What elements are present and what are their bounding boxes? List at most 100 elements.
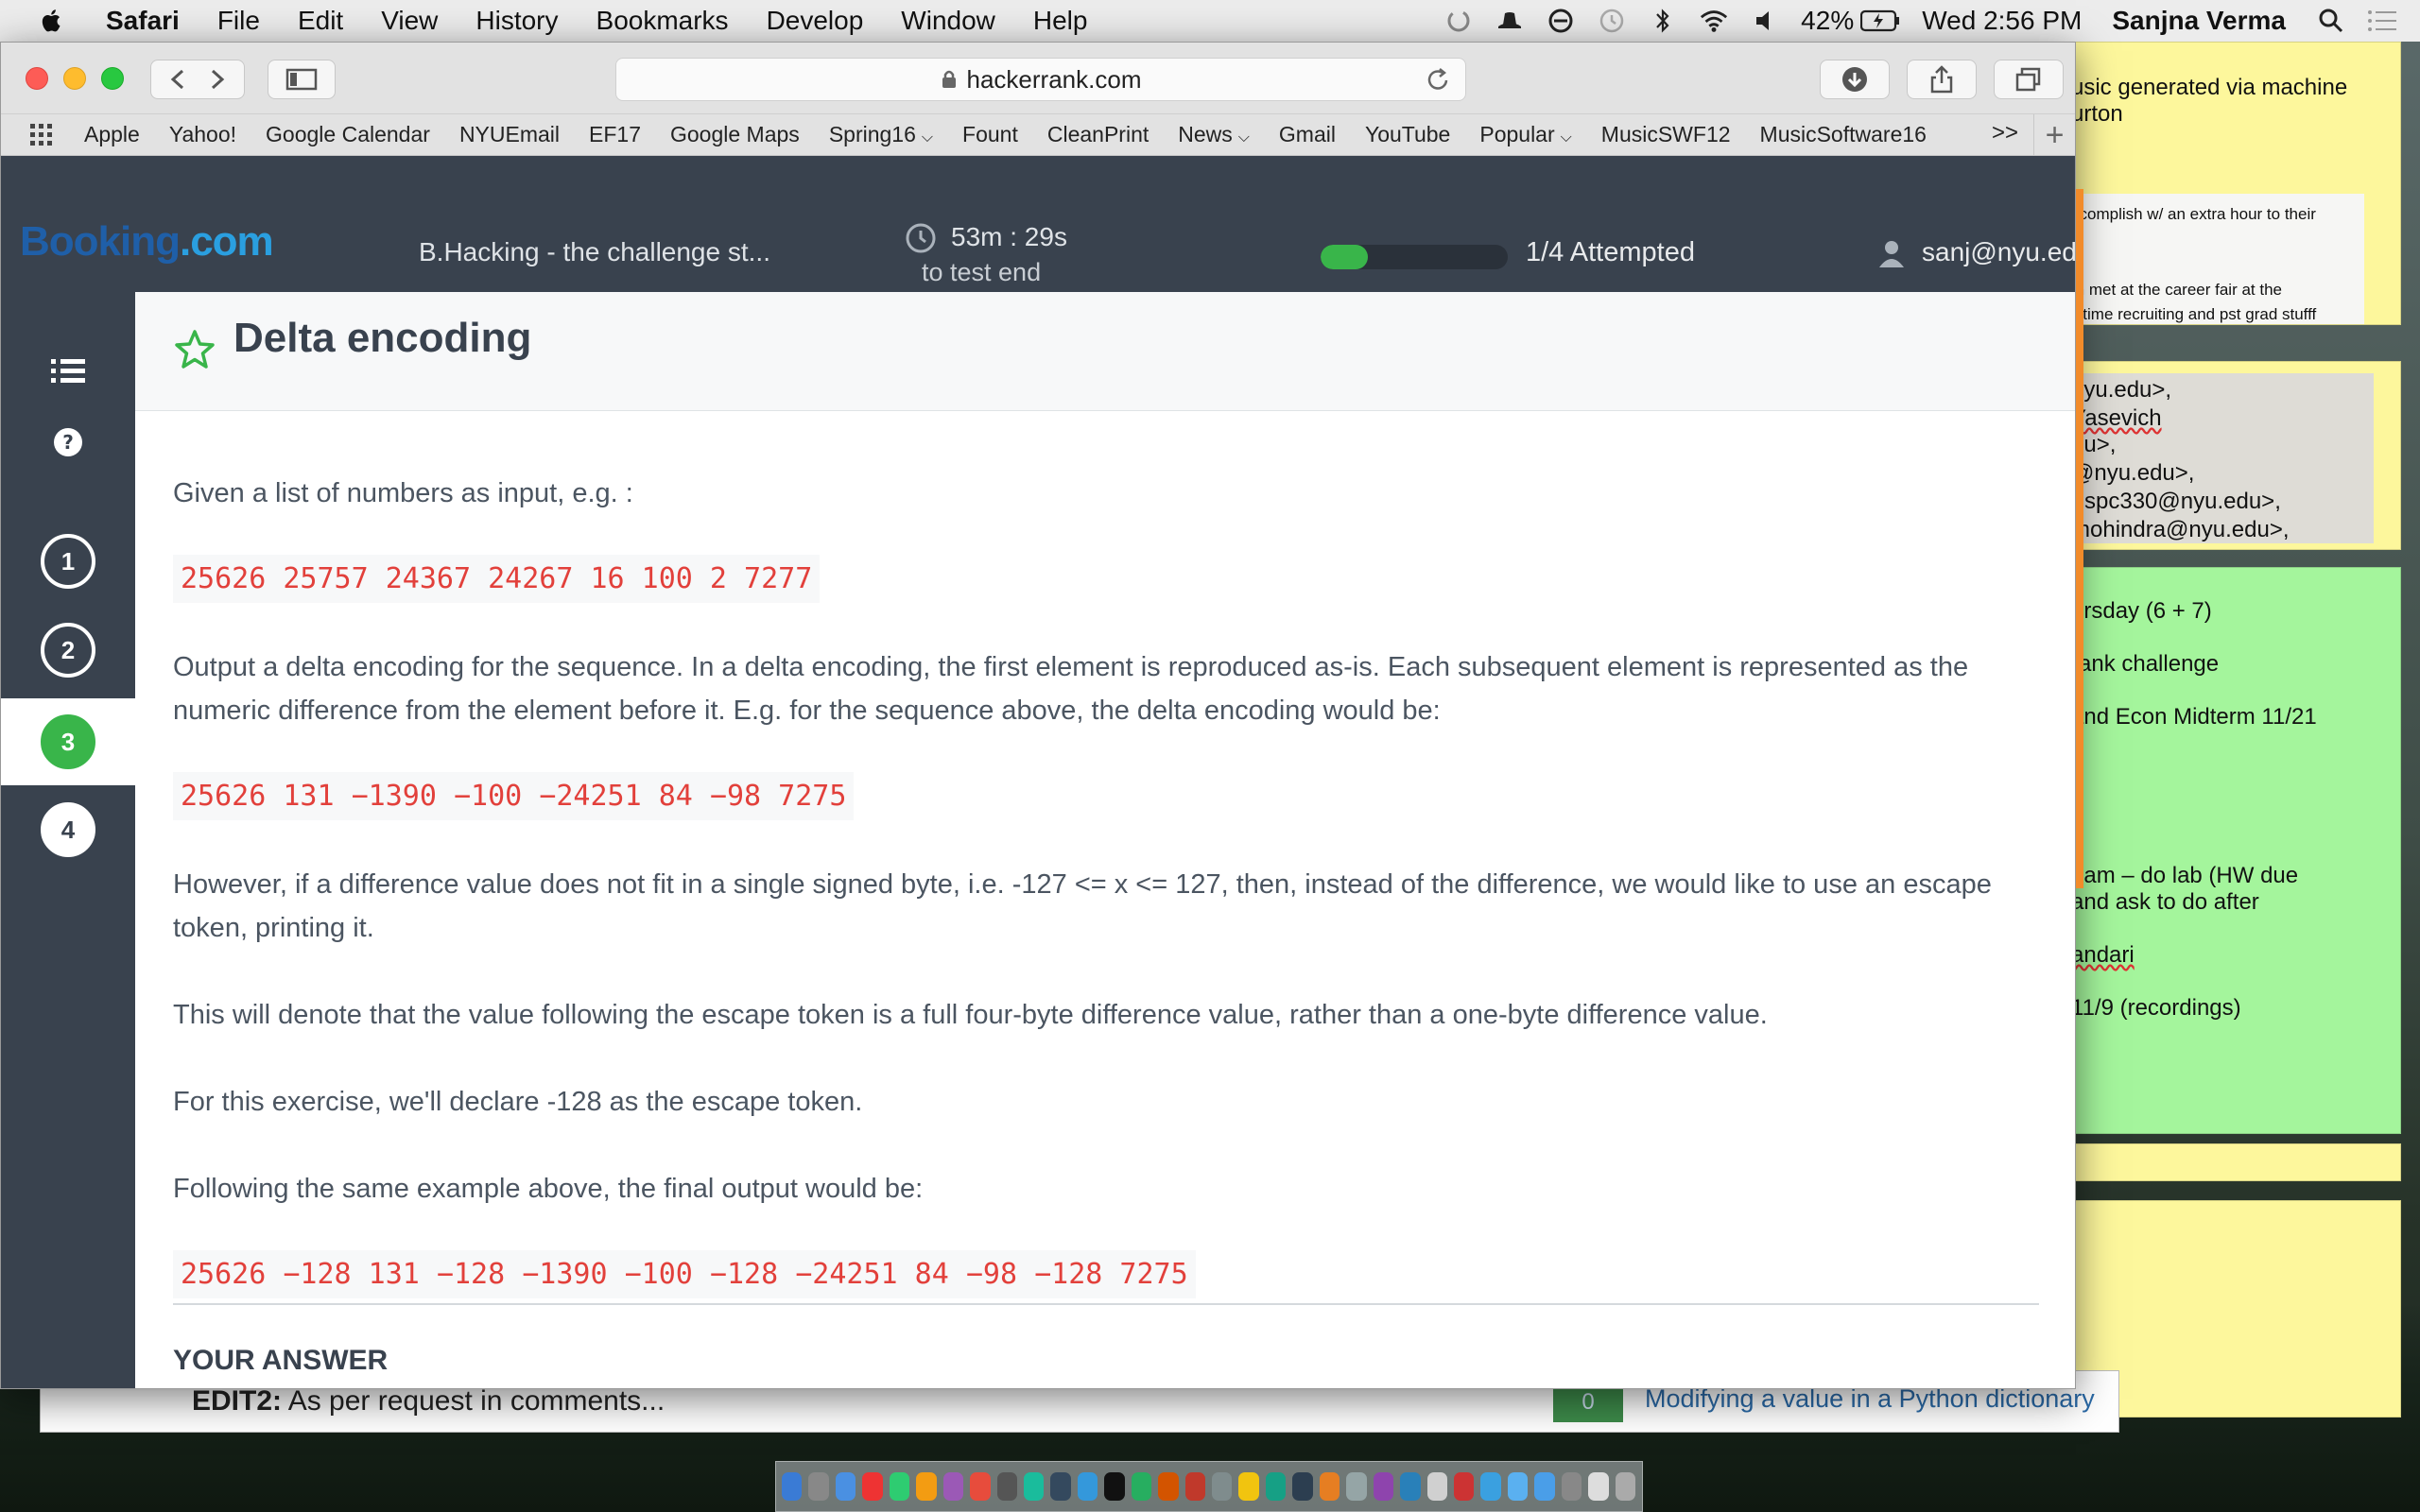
favorite-yahoo[interactable]: Yahoo! <box>169 122 236 147</box>
favorites-grid-icon[interactable] <box>27 121 56 149</box>
stickies-app: usic generated via machine urton ccompli… <box>2070 42 2420 1421</box>
favorite-musicsoftware16[interactable]: MusicSoftware16 <box>1760 122 1927 147</box>
dock-app-icon[interactable] <box>1104 1472 1125 1501</box>
menu-app-name[interactable]: Safari <box>106 6 180 36</box>
question-4-button[interactable]: 4 <box>41 802 95 857</box>
dock-app-icon[interactable] <box>1077 1472 1098 1501</box>
dock-app-icon[interactable] <box>889 1472 910 1501</box>
battery-icon[interactable] <box>1859 6 1901 36</box>
menubar-user[interactable]: Sanjna Verma <box>2112 6 2286 36</box>
downloads-button[interactable] <box>1820 60 1890 99</box>
dock-app-icon[interactable] <box>916 1472 937 1501</box>
address-bar[interactable]: hackerrank.com <box>615 58 1466 101</box>
dock-app-icon[interactable] <box>1615 1472 1635 1501</box>
menu-develop[interactable]: Develop <box>767 6 864 36</box>
window-minimize-button[interactable] <box>63 67 86 90</box>
booking-logo[interactable]: Booking.com <box>20 218 274 266</box>
back-icon[interactable] <box>160 65 198 94</box>
dock-app-icon[interactable] <box>1212 1472 1233 1501</box>
tabs-overview-button[interactable] <box>1994 60 2064 99</box>
reload-icon[interactable] <box>1424 66 1452 94</box>
sticky-note-4[interactable] <box>2070 1143 2401 1181</box>
spotlight-search-icon[interactable] <box>2316 6 2346 36</box>
menu-edit[interactable]: Edit <box>298 6 343 36</box>
dock-app-icon[interactable] <box>1346 1472 1367 1501</box>
apple-icon[interactable] <box>38 7 66 35</box>
user-icon[interactable] <box>1877 239 1906 267</box>
dock-app-icon[interactable] <box>996 1472 1017 1501</box>
dock-app-icon[interactable] <box>1426 1472 1447 1501</box>
dock-app-icon[interactable] <box>808 1472 829 1501</box>
question-1-button[interactable]: 1 <box>41 534 95 589</box>
menu-bookmarks[interactable]: Bookmarks <box>596 6 729 36</box>
favorite-folder-spring16[interactable]: Spring16 ⌵ <box>829 122 933 147</box>
window-zoom-button[interactable] <box>101 67 124 90</box>
sticky-note-1[interactable]: usic generated via machine urton ccompli… <box>2070 42 2401 325</box>
menu-file[interactable]: File <box>217 6 260 36</box>
sticky-note-3[interactable]: ursday (6 + 7) rank challenge and Econ M… <box>2070 567 2401 1134</box>
dock-app-icon[interactable] <box>1534 1472 1555 1501</box>
dock-app-icon[interactable] <box>942 1472 964 1501</box>
sticky-note-5[interactable] <box>2070 1200 2401 1418</box>
dock-app-icon[interactable] <box>1238 1472 1259 1501</box>
dock-app-icon[interactable] <box>1373 1472 1394 1501</box>
dock-app-icon[interactable] <box>1507 1472 1529 1501</box>
favorite-fount[interactable]: Fount <box>962 122 1018 147</box>
dock-app-icon[interactable] <box>970 1472 991 1501</box>
menu-view[interactable]: View <box>381 6 438 36</box>
favorite-apple[interactable]: Apple <box>84 122 140 147</box>
user-email[interactable]: sanj@nyu.edu <box>1922 237 2075 267</box>
favorite-musicswf12[interactable]: MusicSWF12 <box>1601 122 1731 147</box>
favorite-folder-news[interactable]: News ⌵ <box>1178 122 1250 147</box>
dock-app-icon[interactable] <box>1588 1472 1609 1501</box>
dock-app-icon[interactable] <box>835 1472 856 1501</box>
dock-app-icon[interactable] <box>1561 1472 1582 1501</box>
favorite-youtube[interactable]: YouTube <box>1365 122 1450 147</box>
share-button[interactable] <box>1907 60 1977 99</box>
lock-icon <box>942 70 956 88</box>
favorite-cleanprint[interactable]: CleanPrint <box>1047 122 1149 147</box>
favorite-google-calendar[interactable]: Google Calendar <box>266 122 430 147</box>
bookmark-star-icon[interactable] <box>173 328 216 371</box>
bluetooth-icon[interactable] <box>1648 6 1678 36</box>
dock-app-icon[interactable] <box>1453 1472 1475 1501</box>
dock-app-icon[interactable] <box>1292 1472 1313 1501</box>
incognito-hat-icon[interactable] <box>1495 6 1525 36</box>
favorite-ef17[interactable]: EF17 <box>589 122 641 147</box>
sync-icon[interactable] <box>1443 6 1474 36</box>
window-close-button[interactable] <box>26 67 48 90</box>
favorites-overflow-button[interactable]: >> <box>1992 120 2018 146</box>
dock-app-icon[interactable] <box>1023 1472 1045 1501</box>
menu-help[interactable]: Help <box>1033 6 1088 36</box>
sticky-note-2[interactable]: nyu.edu>, Yasevich du>, @nyu.edu>, <spc3… <box>2070 361 2401 550</box>
forward-icon[interactable] <box>198 65 235 94</box>
help-icon[interactable]: ? <box>52 426 84 458</box>
favorite-folder-popular[interactable]: Popular ⌵ <box>1479 122 1571 147</box>
sidebar-toggle-button[interactable] <box>268 60 336 99</box>
dock-app-icon[interactable] <box>1131 1472 1152 1501</box>
dock-app-icon[interactable] <box>1050 1472 1071 1501</box>
volume-icon[interactable] <box>1750 6 1780 36</box>
dock-app-icon[interactable] <box>1158 1472 1179 1501</box>
dock-app-icon[interactable] <box>1480 1472 1501 1501</box>
question-3-button[interactable]: 3 <box>41 714 95 769</box>
dock-app-icon[interactable] <box>1400 1472 1421 1501</box>
notification-center-icon[interactable] <box>2367 6 2397 36</box>
do-not-disturb-icon[interactable] <box>1546 6 1576 36</box>
favorite-nyuemail[interactable]: NYUEmail <box>459 122 560 147</box>
dock-app-icon[interactable] <box>1319 1472 1340 1501</box>
dock-app-icon[interactable] <box>1184 1472 1205 1501</box>
time-machine-icon[interactable] <box>1597 6 1627 36</box>
favorite-google-maps[interactable]: Google Maps <box>670 122 800 147</box>
dock-app-icon[interactable] <box>782 1472 803 1501</box>
menu-window[interactable]: Window <box>901 6 995 36</box>
menu-history[interactable]: History <box>475 6 558 36</box>
wifi-icon[interactable] <box>1699 6 1729 36</box>
question-list-icon[interactable] <box>49 356 87 387</box>
dock-app-icon[interactable] <box>1265 1472 1287 1501</box>
favorite-gmail[interactable]: Gmail <box>1279 122 1336 147</box>
dock-app-icon[interactable] <box>862 1472 883 1501</box>
question-2-button[interactable]: 2 <box>41 623 95 678</box>
menubar-clock[interactable]: Wed 2:56 PM <box>1922 6 2082 36</box>
new-tab-plus-icon[interactable]: + <box>2033 114 2075 156</box>
